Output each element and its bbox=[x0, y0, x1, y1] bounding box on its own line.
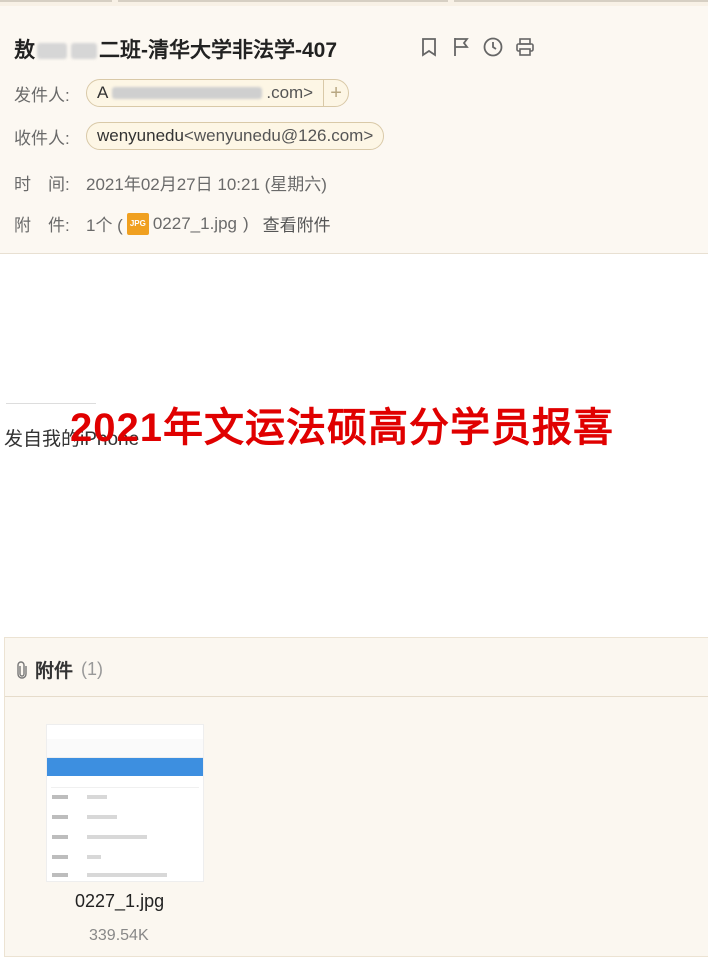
tab-divider bbox=[118, 0, 448, 2]
thumb-row-label bbox=[52, 873, 68, 877]
thumb-row-value bbox=[87, 835, 147, 839]
from-addr-end: .com> bbox=[266, 83, 314, 102]
attachments-count: (1) bbox=[81, 659, 104, 679]
bookmark-icon[interactable] bbox=[418, 36, 440, 58]
thumb-row-label bbox=[52, 835, 68, 839]
thumb-row-value bbox=[87, 873, 167, 877]
mail-subject: 敖 二班-清华大学非法学-407 bbox=[14, 34, 337, 64]
attachments-panel: 附件 (1) 0227_1.jpg 339.54K bbox=[4, 637, 708, 957]
thumb-navbar bbox=[47, 739, 203, 758]
redacted-text bbox=[71, 43, 97, 60]
subject-prefix: 敖 bbox=[14, 39, 35, 62]
thumb-row-label bbox=[52, 855, 68, 859]
thumb-statusbar bbox=[47, 725, 203, 739]
tab-divider bbox=[454, 0, 708, 2]
to-pill[interactable]: wenyunedu <wenyunedu@126.com> bbox=[86, 122, 385, 150]
attachments-header: 附件 (1) bbox=[17, 656, 103, 683]
attachment-file-size: 339.54K bbox=[89, 927, 149, 944]
time-row: 时 间: 2021年02月27日 10:21 (星期六) bbox=[14, 170, 327, 195]
thumb-blue-banner bbox=[47, 758, 203, 776]
subject-rest: 二班-清华大学非法学-407 bbox=[99, 39, 338, 62]
jpg-file-icon: JPG bbox=[126, 212, 149, 235]
from-contact[interactable]: A .com> + bbox=[86, 79, 350, 107]
thumb-separator bbox=[51, 787, 199, 788]
to-label: 收件人: bbox=[14, 128, 70, 148]
attachment-filename[interactable]: 0227_1.jpg bbox=[153, 214, 237, 234]
from-name-start: A bbox=[97, 83, 109, 102]
tab-divider bbox=[0, 0, 112, 2]
attachment-count: 1个 ( bbox=[86, 216, 123, 235]
attachments-title: 附件 bbox=[35, 661, 74, 682]
thumb-row-value bbox=[87, 815, 117, 819]
attachment-thumbnail[interactable] bbox=[46, 724, 204, 882]
headline-banner: 2021年文运法硕高分学员报喜 bbox=[70, 406, 614, 450]
thumb-row-value bbox=[87, 855, 101, 859]
mail-toolbar bbox=[418, 36, 536, 58]
attachment-file-name[interactable]: 0227_1.jpg bbox=[75, 891, 164, 912]
paperclip-icon bbox=[17, 660, 27, 679]
thumb-row-label bbox=[52, 795, 68, 799]
attachments-divider bbox=[5, 696, 708, 697]
from-pill[interactable]: A .com> bbox=[86, 79, 325, 107]
clock-icon[interactable] bbox=[482, 36, 504, 58]
flag-icon[interactable] bbox=[450, 36, 472, 58]
redacted-email bbox=[112, 87, 263, 99]
add-contact-icon[interactable]: + bbox=[323, 79, 350, 107]
view-attachment-link[interactable]: 查看附件 bbox=[263, 211, 331, 236]
time-value: 2021年02月27日 10:21 (星期六) bbox=[86, 175, 327, 194]
attachment-label: 附 件: bbox=[14, 216, 70, 235]
from-label: 发件人: bbox=[14, 85, 70, 105]
time-label: 时 间: bbox=[14, 175, 70, 194]
thumb-row-value bbox=[87, 795, 107, 799]
redacted-text bbox=[37, 43, 67, 60]
to-address: <wenyunedu@126.com> bbox=[183, 126, 374, 145]
from-row: 发件人: A .com> + bbox=[14, 79, 350, 107]
print-icon[interactable] bbox=[514, 36, 536, 58]
to-name: wenyunedu bbox=[97, 126, 184, 145]
attachment-row: 附 件: 1个 ( JPG 0227_1.jpg ) 查看附件 bbox=[14, 211, 331, 236]
mail-header: 敖二班-清华大学非法学-407 发件人: A .com> + 收件人: weny… bbox=[0, 6, 708, 254]
attachment-close-paren: ) bbox=[242, 213, 249, 233]
to-row: 收件人: wenyunedu <wenyunedu@126.com> bbox=[14, 122, 385, 150]
thumb-row-label bbox=[52, 815, 68, 819]
